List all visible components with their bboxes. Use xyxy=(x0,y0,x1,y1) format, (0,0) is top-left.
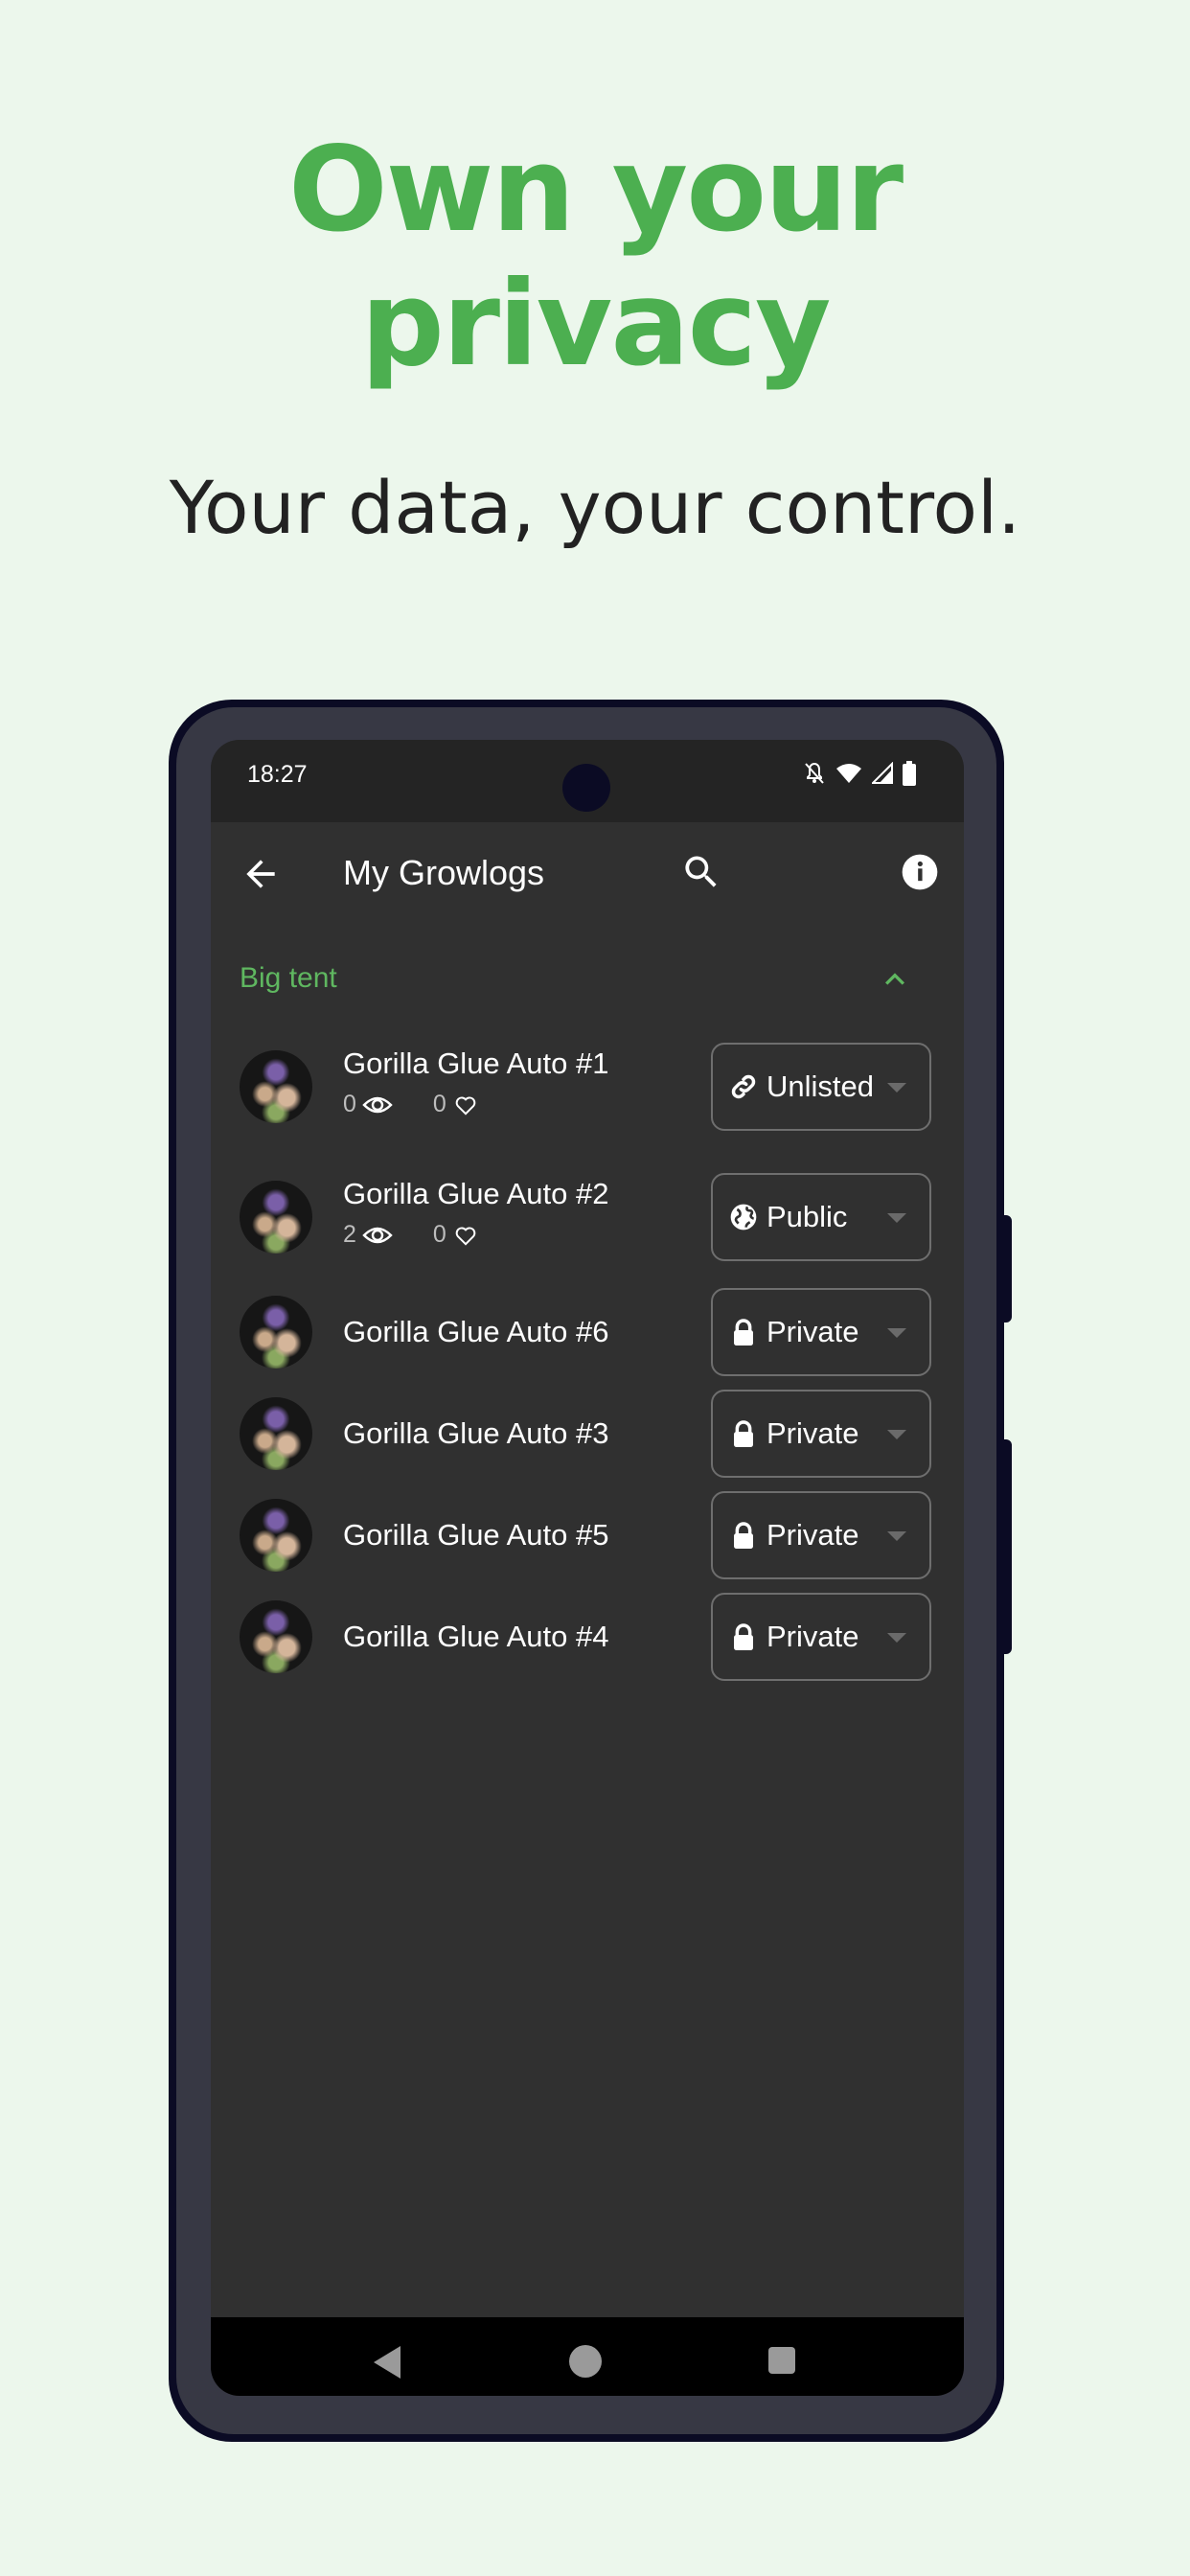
likes-count: 0 xyxy=(432,1221,446,1248)
growlog-name: Gorilla Glue Auto #6 xyxy=(343,1315,609,1348)
heart-icon xyxy=(455,1096,476,1116)
visibility-dropdown[interactable]: Private xyxy=(711,1288,931,1376)
status-time: 18:27 xyxy=(247,761,308,788)
growlog-avatar xyxy=(240,1296,312,1368)
phone-volume-button xyxy=(1002,1215,1012,1322)
growlog-avatar xyxy=(240,1181,312,1254)
growlog-row[interactable]: Gorilla Glue Auto #5 Private xyxy=(211,1491,964,1587)
section-label: Big tent xyxy=(240,962,337,994)
growlog-name: Gorilla Glue Auto #2 xyxy=(343,1177,609,1210)
growlog-stats: 0 0 xyxy=(343,1091,479,1118)
visibility-value: Private xyxy=(767,1416,859,1450)
eye-icon xyxy=(362,1227,393,1243)
nav-back-icon[interactable] xyxy=(374,2346,400,2379)
visibility-dropdown[interactable]: Private xyxy=(711,1491,931,1579)
arrow-back-icon[interactable] xyxy=(240,853,282,895)
battery-icon xyxy=(903,761,916,786)
growlog-avatar xyxy=(240,1600,312,1673)
views-count: 2 xyxy=(343,1221,356,1248)
dropdown-caret-icon xyxy=(887,1531,906,1541)
growlog-avatar xyxy=(240,1050,312,1123)
page-title: My Growlogs xyxy=(343,853,545,892)
growlog-name: Gorilla Glue Auto #3 xyxy=(343,1416,609,1450)
cellular-signal-icon xyxy=(872,762,893,784)
growlog-stats: 2 0 xyxy=(343,1221,479,1249)
visibility-dropdown[interactable]: Private xyxy=(711,1593,931,1681)
wifi-icon xyxy=(836,764,861,783)
notifications-off-icon xyxy=(805,762,824,784)
visibility-dropdown[interactable]: Private xyxy=(711,1390,931,1478)
dropdown-caret-icon xyxy=(887,1083,906,1092)
lock-icon xyxy=(728,1317,759,1347)
info-icon[interactable] xyxy=(899,851,941,893)
heart-icon xyxy=(455,1227,476,1246)
status-bar: 18:27 xyxy=(211,740,964,822)
lock-icon xyxy=(728,1520,759,1551)
growlog-row[interactable]: Gorilla Glue Auto #1 0 0 Unlisted xyxy=(211,1043,964,1138)
promo-headline: Own your privacy xyxy=(0,123,1190,391)
dropdown-caret-icon xyxy=(887,1213,906,1223)
growlog-name: Gorilla Glue Auto #1 xyxy=(343,1046,609,1080)
lock-icon xyxy=(728,1418,759,1449)
chevron-up-icon[interactable] xyxy=(876,960,914,999)
visibility-dropdown[interactable]: Public xyxy=(711,1173,931,1261)
headline-line-2: privacy xyxy=(360,256,831,392)
phone-screen: 18:27 My Growlogs Big tent Gorilla Glue … xyxy=(211,740,964,2396)
growlog-avatar xyxy=(240,1397,312,1470)
globe-icon xyxy=(728,1202,759,1232)
visibility-value: Unlisted xyxy=(767,1070,874,1103)
visibility-value: Private xyxy=(767,1315,859,1348)
system-nav-bar xyxy=(211,2317,964,2396)
eye-icon xyxy=(362,1096,393,1113)
app-bar: My Growlogs xyxy=(211,822,964,930)
search-icon[interactable] xyxy=(680,851,722,893)
dropdown-caret-icon xyxy=(887,1430,906,1439)
headline-line-1: Own your xyxy=(287,122,904,258)
growlog-avatar xyxy=(240,1499,312,1572)
growlog-name: Gorilla Glue Auto #5 xyxy=(343,1518,609,1552)
views-count: 0 xyxy=(343,1091,356,1117)
growlog-row[interactable]: Gorilla Glue Auto #3 Private xyxy=(211,1390,964,1485)
phone-power-button xyxy=(1002,1439,1012,1654)
promo-subtitle: Your data, your control. xyxy=(169,465,1021,550)
lock-icon xyxy=(728,1622,759,1652)
section-header-big-tent[interactable]: Big tent xyxy=(211,941,964,1018)
link-icon xyxy=(728,1071,759,1102)
growlog-row[interactable]: Gorilla Glue Auto #4 Private xyxy=(211,1593,964,1689)
visibility-dropdown[interactable]: Unlisted xyxy=(711,1043,931,1131)
growlog-row[interactable]: Gorilla Glue Auto #6 Private xyxy=(211,1288,964,1384)
growlog-name: Gorilla Glue Auto #4 xyxy=(343,1620,609,1653)
visibility-value: Private xyxy=(767,1518,859,1552)
visibility-value: Private xyxy=(767,1620,859,1653)
camera-cutout xyxy=(562,764,610,812)
visibility-value: Public xyxy=(767,1200,848,1233)
dropdown-caret-icon xyxy=(887,1328,906,1338)
nav-home-icon[interactable] xyxy=(569,2345,602,2378)
growlog-row[interactable]: Gorilla Glue Auto #2 2 0 Public xyxy=(211,1173,964,1269)
nav-recents-icon[interactable] xyxy=(768,2347,795,2374)
status-icons xyxy=(803,761,916,786)
likes-count: 0 xyxy=(432,1091,446,1117)
dropdown-caret-icon xyxy=(887,1633,906,1643)
